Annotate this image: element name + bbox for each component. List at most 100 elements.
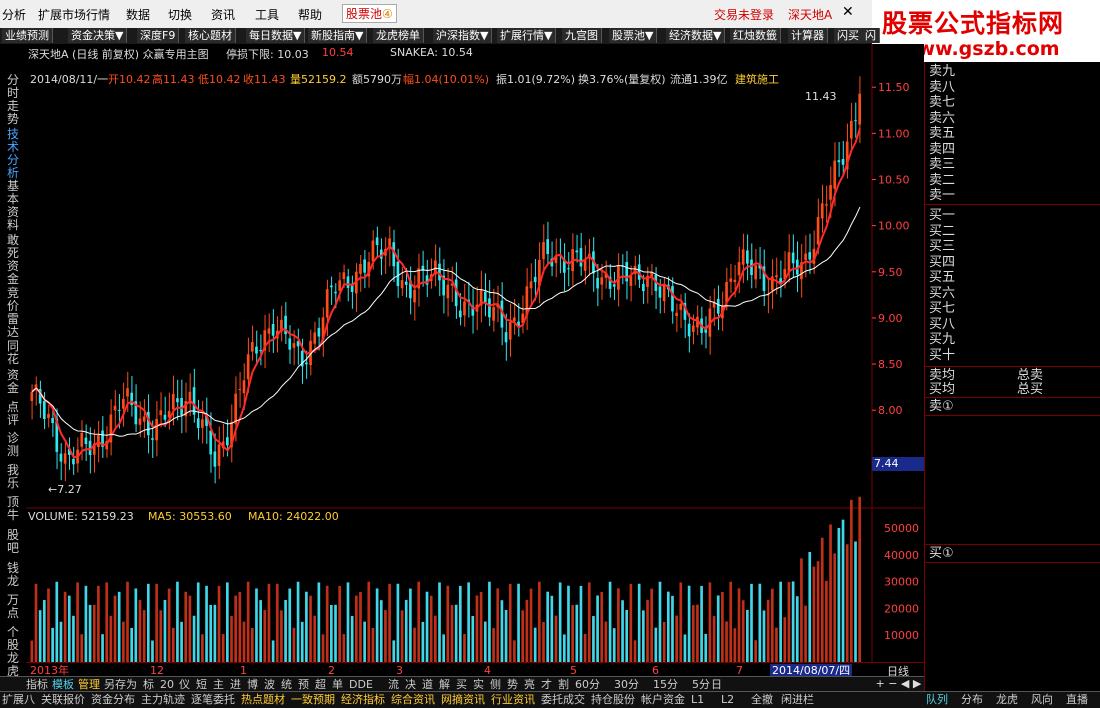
function-tab[interactable]: 主力轨迹 (141, 693, 185, 706)
indicator-tab[interactable]: 侧 (490, 678, 501, 691)
tab-technical-analysis[interactable]: 技术分析 (2, 128, 24, 180)
side-panel-tab[interactable]: 龙虎 (996, 693, 1018, 706)
menu-item-tools[interactable]: 工具 (255, 6, 279, 23)
toolbar-candle-count[interactable]: 红烛数籤 (730, 28, 781, 43)
indicator-tab[interactable]: 单 (332, 678, 343, 691)
indicator-tab[interactable]: 30分 (614, 678, 639, 691)
tab-fundamentals[interactable]: 基本资料 (2, 180, 24, 232)
indicator-tab[interactable]: 模板 (52, 678, 74, 691)
tab-stock-forum[interactable]: 股吧 (2, 529, 24, 555)
indicator-tab[interactable]: 道 (422, 678, 433, 691)
indicator-tab[interactable]: 指标 (26, 678, 48, 691)
function-tab[interactable]: 经济指标 (341, 693, 385, 706)
indicator-tab[interactable]: 超 (315, 678, 326, 691)
menu-item-analysis[interactable]: 分析 (2, 6, 26, 23)
indicator-tab[interactable]: 短 (196, 678, 207, 691)
indicator-tab[interactable]: DDE (349, 678, 373, 691)
menu-item-switch[interactable]: 切换 (168, 6, 192, 23)
menu-item-extended-market[interactable]: 扩展市场行情 (38, 6, 110, 23)
side-panel-tab[interactable]: 分布 (961, 693, 983, 706)
indicator-tab[interactable]: 波 (264, 678, 275, 691)
indicator-tab[interactable]: 亮 (524, 678, 535, 691)
function-tab[interactable]: 综合资讯 (391, 693, 435, 706)
indicator-tab[interactable]: 解 (439, 678, 450, 691)
function-tab[interactable]: 闲进栏 (781, 693, 814, 706)
function-tab[interactable]: 帐户资金 (641, 693, 685, 706)
indicator-tab[interactable]: 另存为 (104, 678, 137, 691)
indicator-tab[interactable]: 5分 (692, 678, 710, 691)
indicator-tab[interactable]: 20 (160, 678, 174, 691)
indicator-tab[interactable]: 实 (473, 678, 484, 691)
indicator-tab[interactable]: 15分 (653, 678, 678, 691)
function-tab[interactable]: L1 (691, 693, 704, 706)
indicator-tab[interactable]: 仪 (179, 678, 190, 691)
toolbar-core-theme[interactable]: 核心题材 (185, 28, 236, 43)
toolbar-stock-pool[interactable]: 股票池▼ (609, 28, 658, 43)
function-tab[interactable]: 行业资讯 (491, 693, 535, 706)
function-tab[interactable]: 逐笔委托 (191, 693, 235, 706)
side-panel-tab[interactable]: 直播 (1066, 693, 1088, 706)
kline-chart[interactable]: 11.50 11.00 10.50 10.00 9.50 9.00 8.50 8.00 500… (26, 44, 924, 676)
tab-dingniu[interactable]: 顶牛 (2, 496, 24, 522)
tab-auction-radar[interactable]: 竞价雷达 (2, 287, 24, 339)
window-close-icon[interactable]: ✕ (842, 4, 854, 20)
menu-item-data[interactable]: 数据 (126, 6, 150, 23)
function-tab[interactable]: 一致预期 (291, 693, 335, 706)
stock-pool-button[interactable]: 股票池④ (342, 4, 397, 23)
function-tab[interactable]: 全撤 (751, 693, 773, 706)
indicator-tab[interactable]: 统 (281, 678, 292, 691)
indicator-tab[interactable]: 流 (388, 678, 399, 691)
toolbar-depth-f9[interactable]: 深度F9 (137, 28, 180, 43)
period-label[interactable]: 日线 (872, 662, 924, 678)
toolbar-daily-data[interactable]: 每日数据▼ (246, 28, 306, 43)
toolbar-earnings-forecast[interactable]: 业绩预测 (2, 28, 53, 43)
indicator-tab[interactable]: 60分 (575, 678, 600, 691)
function-tab[interactable]: 持仓股份 (591, 693, 635, 706)
tab-tonghua[interactable]: 同花 (2, 340, 24, 366)
indicator-tab[interactable]: 进 (230, 678, 241, 691)
menu-item-news[interactable]: 资讯 (211, 6, 235, 23)
toolbar-calculator[interactable]: 计算器 (788, 28, 828, 43)
toolbar-quick[interactable]: 闪 (862, 28, 880, 43)
function-tab[interactable]: 委托成交 (541, 693, 585, 706)
toolbar-dragon-tiger-list[interactable]: 龙虎榜单 (373, 28, 424, 43)
tab-intraday[interactable]: 分时走势 (2, 74, 24, 126)
function-tab[interactable]: 资金分布 (91, 693, 135, 706)
toolbar-nine-grid[interactable]: 九宫图 (562, 28, 602, 43)
indicator-tab[interactable]: 博 (247, 678, 258, 691)
toolbar-capital-decision[interactable]: 资金决策▼ (68, 28, 128, 43)
tab-wandian[interactable]: 万点 (2, 594, 24, 620)
toolbar-quick-buy[interactable]: 闪买 (834, 28, 863, 43)
tab-capital[interactable]: 资金 (2, 369, 24, 395)
tab-diagnosis[interactable]: 诊测 (2, 432, 24, 458)
indicator-tab[interactable]: 标 (143, 678, 154, 691)
scroll-controls[interactable]: + − ◀ ▶ (872, 676, 924, 692)
tab-dare-capital[interactable]: 敢死资金 (2, 234, 24, 286)
function-tab[interactable]: 关联报价 (41, 693, 85, 706)
login-status[interactable]: 交易未登录 (714, 6, 774, 23)
tab-qianlong[interactable]: 钱龙 (2, 562, 24, 588)
indicator-tab[interactable]: 势 (507, 678, 518, 691)
tab-stock-dragon-tiger[interactable]: 个股龙虎 (2, 626, 24, 678)
indicator-tab[interactable]: 主 (213, 678, 224, 691)
toolbar-index[interactable]: 沪深指数▼ (433, 28, 493, 43)
toolbar-extended-quote[interactable]: 扩展行情▼ (497, 28, 557, 43)
function-tab[interactable]: 扩展八 (2, 693, 35, 706)
tab-review[interactable]: 点评 (2, 401, 24, 427)
menu-item-help[interactable]: 帮助 (298, 6, 322, 23)
tab-wole[interactable]: 我乐 (2, 464, 24, 490)
side-panel-tab[interactable]: 队列 (926, 693, 948, 706)
indicator-tab[interactable]: 日 (711, 678, 722, 691)
function-tab[interactable]: 热点题材 (241, 693, 285, 706)
bar-industry[interactable]: 建筑施工 (735, 71, 779, 87)
indicator-tab[interactable]: 预 (298, 678, 309, 691)
function-tab[interactable]: L2 (721, 693, 734, 706)
indicator-tab[interactable]: 割 (558, 678, 569, 691)
toolbar-economic-data[interactable]: 经济数据▼ (666, 28, 726, 43)
indicator-tab[interactable]: 才 (541, 678, 552, 691)
indicator-tab[interactable]: 买 (456, 678, 467, 691)
toolbar-ipo-guide[interactable]: 新股指南▼ (308, 28, 368, 43)
function-tab[interactable]: 网摘资讯 (441, 693, 485, 706)
side-panel-tab[interactable]: 风向 (1031, 693, 1053, 706)
indicator-tab[interactable]: 管理 (78, 678, 100, 691)
